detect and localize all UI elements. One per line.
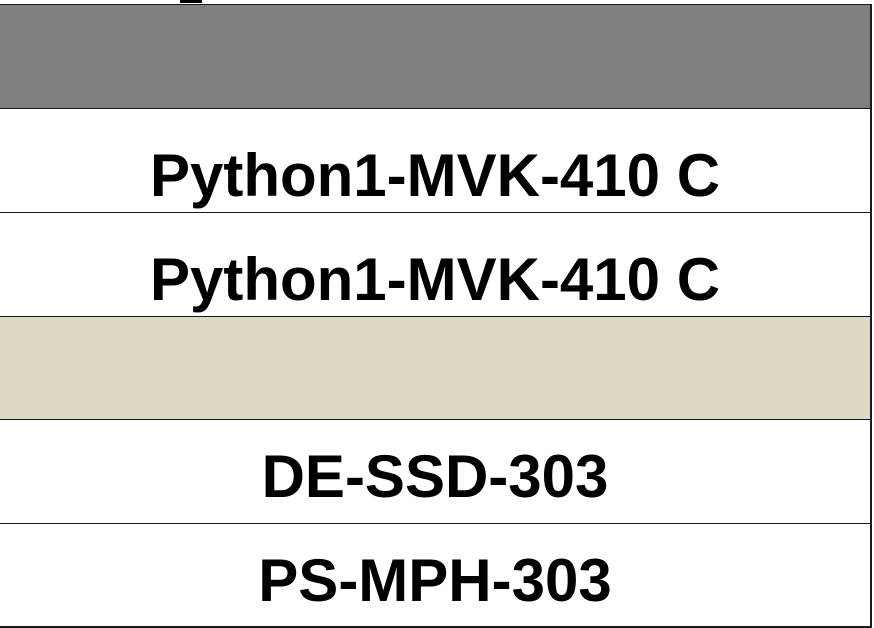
section-row[interactable] — [0, 316, 872, 419]
cell-text: Python1-MVK-410 C — [149, 142, 721, 209]
table-row[interactable]: PS-MPH-303 — [0, 523, 872, 628]
cell-text: PS-MPH-303 — [258, 546, 612, 614]
cell-fragment — [180, 0, 202, 3]
header-row[interactable] — [0, 4, 872, 108]
table-row[interactable]: Python1-MVK-410 C — [0, 212, 872, 316]
cell-text: DE-SSD-303 — [261, 443, 609, 510]
table-row[interactable]: DE-SSD-303 — [0, 419, 872, 523]
cell-text: Python1-MVK-410 C — [149, 246, 721, 313]
table-row[interactable]: Python1-MVK-410 C — [0, 108, 872, 212]
spreadsheet-table: Python1-MVK-410 C Python1-MVK-410 C DE-S… — [0, 0, 874, 628]
